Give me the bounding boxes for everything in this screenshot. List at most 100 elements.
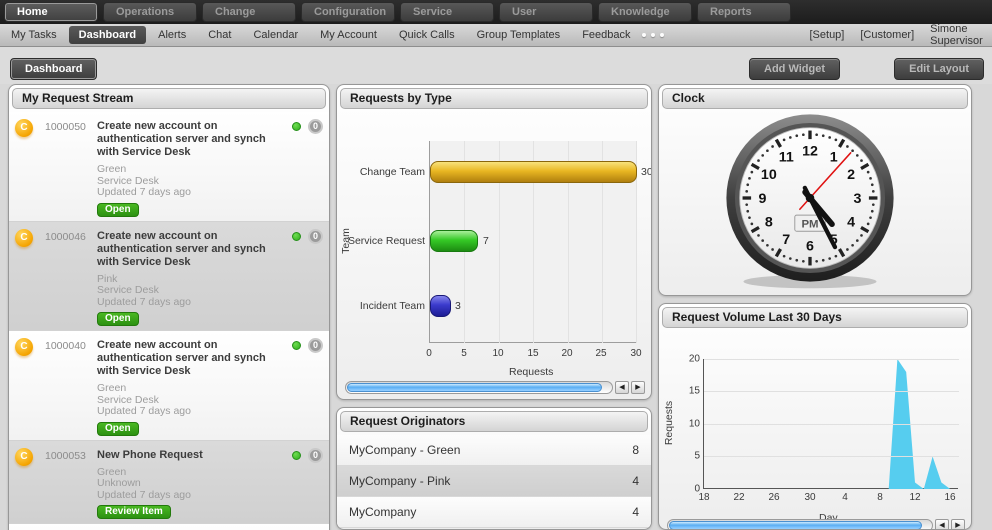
- bar-change-team: [430, 161, 637, 183]
- setup-link[interactable]: [Setup]: [810, 29, 845, 41]
- originator-count: 4: [632, 505, 639, 519]
- request-id: 1000053: [45, 449, 86, 462]
- unread-count-badge: 0: [308, 119, 323, 134]
- originator-label: MyCompany - Green: [349, 443, 461, 457]
- request-id: 1000046: [45, 230, 86, 243]
- online-dot-icon: [292, 450, 301, 460]
- nav-tab-reports[interactable]: Reports: [697, 2, 791, 22]
- change-request-icon: C: [15, 227, 45, 327]
- request-title: Create new account on authentication ser…: [97, 120, 266, 158]
- x-tick: 12: [909, 492, 921, 503]
- originator-label: MyCompany: [349, 505, 417, 519]
- bar-service-request: [430, 230, 479, 252]
- request-row[interactable]: C 1000040 Create new account on authenti…: [9, 331, 329, 441]
- requests-by-type-widget: Requests by Type Change Team Service Req…: [336, 84, 652, 400]
- x-tick: 10: [492, 348, 504, 359]
- subnav-alerts[interactable]: Alerts: [148, 26, 196, 44]
- request-row[interactable]: C 1000053 New Phone Request Green Unknow…: [9, 440, 329, 524]
- change-request-icon: C: [15, 446, 45, 520]
- subnav-chat[interactable]: Chat: [198, 26, 241, 44]
- online-dot-icon: [292, 341, 301, 350]
- request-row[interactable]: C 1000046 Create new account on authenti…: [9, 221, 329, 331]
- online-dot-icon: [292, 231, 301, 241]
- subnav-feedback[interactable]: Feedback: [572, 26, 640, 44]
- scroll-thumb[interactable]: [669, 521, 923, 529]
- originator-label: MyCompany - Pink: [349, 474, 451, 488]
- x-tick: 5: [461, 348, 467, 359]
- status-badge: Review Item: [97, 505, 171, 519]
- sub-nav: My Tasks Dashboard Alerts Chat Calendar …: [0, 23, 992, 47]
- subnav-my-tasks[interactable]: My Tasks: [1, 26, 67, 44]
- originator-row[interactable]: MyCompany - Green 8: [337, 435, 651, 466]
- widget-title: Requests by Type: [340, 88, 648, 109]
- scroll-thumb[interactable]: [347, 383, 603, 392]
- svg-text:10: 10: [761, 167, 777, 183]
- x-axis-title: Requests: [509, 366, 554, 378]
- add-widget-button[interactable]: Add Widget: [749, 58, 840, 80]
- subnav-my-account[interactable]: My Account: [310, 26, 387, 44]
- subnav-group-templates[interactable]: Group Templates: [467, 26, 571, 44]
- scroll-left-arrow-icon[interactable]: ◀: [615, 381, 629, 394]
- widget-title: Request Volume Last 30 Days: [662, 307, 968, 328]
- nav-tab-change[interactable]: Change: [202, 2, 296, 22]
- nav-tab-service[interactable]: Service: [400, 2, 494, 22]
- nav-tab-knowledge[interactable]: Knowledge: [598, 2, 692, 22]
- nav-tab-operations[interactable]: Operations: [103, 2, 197, 22]
- subnav-calendar[interactable]: Calendar: [243, 26, 308, 44]
- scroll-right-arrow-icon[interactable]: ▶: [951, 519, 965, 529]
- request-meta: Green Unknown Updated 7 days ago: [97, 465, 191, 501]
- unread-count-badge: 0: [308, 447, 323, 463]
- more-dots-icon[interactable]: [641, 33, 664, 37]
- request-meta: Pink Service Desk Updated 7 days ago: [97, 272, 191, 308]
- x-tick: 22: [733, 492, 745, 503]
- bar-value-label: 7: [483, 235, 489, 247]
- subnav-quick-calls[interactable]: Quick Calls: [389, 26, 465, 44]
- x-tick: 20: [561, 348, 573, 359]
- nav-tab-home[interactable]: Home: [4, 2, 98, 22]
- originator-row[interactable]: MyCompany 4: [337, 497, 651, 528]
- scroll-track[interactable]: [345, 381, 613, 394]
- edit-layout-button[interactable]: Edit Layout: [894, 58, 984, 80]
- scroll-right-arrow-icon[interactable]: ▶: [631, 381, 645, 394]
- originator-row[interactable]: MyCompany - Pink 4: [337, 466, 651, 497]
- scroll-track[interactable]: [667, 519, 933, 529]
- y-tick: 10: [688, 418, 700, 430]
- x-tick: 15: [527, 348, 539, 359]
- x-tick: 18: [698, 492, 710, 503]
- my-request-stream-widget: My Request Stream C 1000050 Create new a…: [8, 84, 330, 530]
- y-tick: 20: [688, 353, 700, 365]
- change-request-icon: C: [15, 336, 45, 436]
- analog-clock: 1234567891011 12 PM: [726, 114, 894, 289]
- subnav-dashboard[interactable]: Dashboard: [68, 26, 147, 44]
- request-row[interactable]: C 1000050 Create new account on authenti…: [9, 112, 329, 222]
- request-title: Create new account on authentication ser…: [97, 229, 266, 268]
- bar-value-label: 3: [455, 300, 461, 312]
- nav-tab-user[interactable]: User: [499, 2, 593, 22]
- online-dot-icon: [292, 122, 301, 131]
- dashboard-selector-button[interactable]: Dashboard: [10, 58, 98, 80]
- user-name[interactable]: Simone Supervisor: [930, 23, 983, 47]
- request-row[interactable]: C 1000049 New Phone Request Pink Unknown…: [9, 524, 329, 530]
- scroll-left-arrow-icon[interactable]: ◀: [935, 519, 949, 529]
- main-nav: Home Operations Change Configuration Ser…: [0, 0, 992, 24]
- x-tick: 0: [426, 348, 432, 359]
- widget-title: Request Originators: [340, 411, 648, 432]
- unread-count-badge: 0: [308, 228, 323, 244]
- y-tick: 5: [694, 450, 700, 462]
- status-badge: Open: [97, 421, 139, 436]
- y-tick: 15: [688, 385, 700, 397]
- widget-title: My Request Stream: [12, 88, 326, 109]
- x-tick: 16: [944, 492, 956, 503]
- x-tick: 30: [630, 348, 642, 359]
- svg-text:4: 4: [847, 215, 855, 231]
- clock-widget: Clock 1 2 3 4 5 6 7 8 9 10 11 12 PM: [658, 84, 972, 296]
- nav-tab-configuration[interactable]: Configuration: [301, 2, 395, 22]
- x-tick: 25: [595, 348, 607, 359]
- customer-link[interactable]: [Customer]: [860, 29, 914, 41]
- request-meta: Green Service Desk Updated 7 days ago: [97, 163, 191, 198]
- dashboard-page: Home Operations Change Configuration Ser…: [0, 0, 992, 530]
- request-volume-widget: Request Volume Last 30 Days 0 5 10 15 20…: [658, 303, 972, 530]
- bar-incident-team: [430, 295, 451, 317]
- bar-category-label: Change Team: [359, 166, 425, 178]
- x-tick: 26: [768, 492, 780, 503]
